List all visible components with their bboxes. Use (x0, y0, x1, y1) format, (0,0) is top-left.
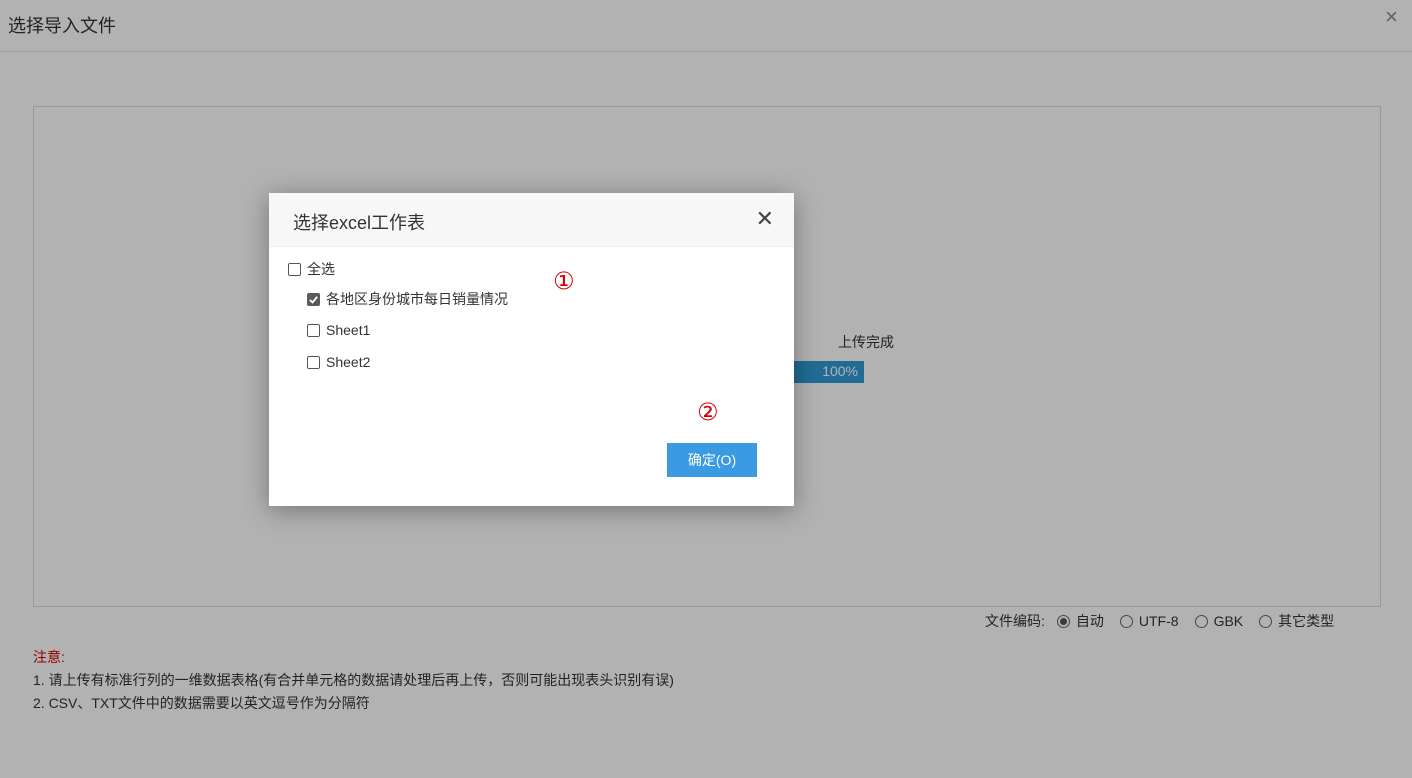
step-annotation-2: ② (697, 398, 719, 426)
checkbox[interactable] (307, 355, 320, 369)
dialog-title: 选择excel工作表 (293, 213, 426, 233)
sheet-checkbox-row[interactable]: Sheet2 (307, 354, 370, 370)
select-all-label: 全选 (307, 261, 335, 277)
checkbox[interactable] (307, 323, 320, 337)
close-icon[interactable]: ✕ (756, 208, 774, 230)
step-annotation-1: ① (553, 267, 575, 295)
dialog-header: 选择excel工作表 ✕ (269, 193, 794, 247)
sheet-label: Sheet1 (326, 322, 371, 338)
sheet-checkbox-row[interactable]: 各地区身份城市每日销量情况 (307, 289, 508, 309)
select-sheet-dialog: 选择excel工作表 ✕ 全选 各地区身份城市每日销量情况 Sheet1 She… (269, 193, 794, 506)
select-all-checkbox-row[interactable]: 全选 (288, 259, 335, 279)
checkmark-icon (309, 295, 318, 304)
confirm-button[interactable]: 确定(O) (667, 443, 757, 477)
sheet-label: Sheet2 (326, 354, 371, 370)
checkbox[interactable] (288, 262, 301, 276)
sheet-label: 各地区身份城市每日销量情况 (326, 291, 508, 307)
checkbox[interactable] (307, 292, 320, 306)
sheet-checkbox-row[interactable]: Sheet1 (307, 322, 370, 338)
